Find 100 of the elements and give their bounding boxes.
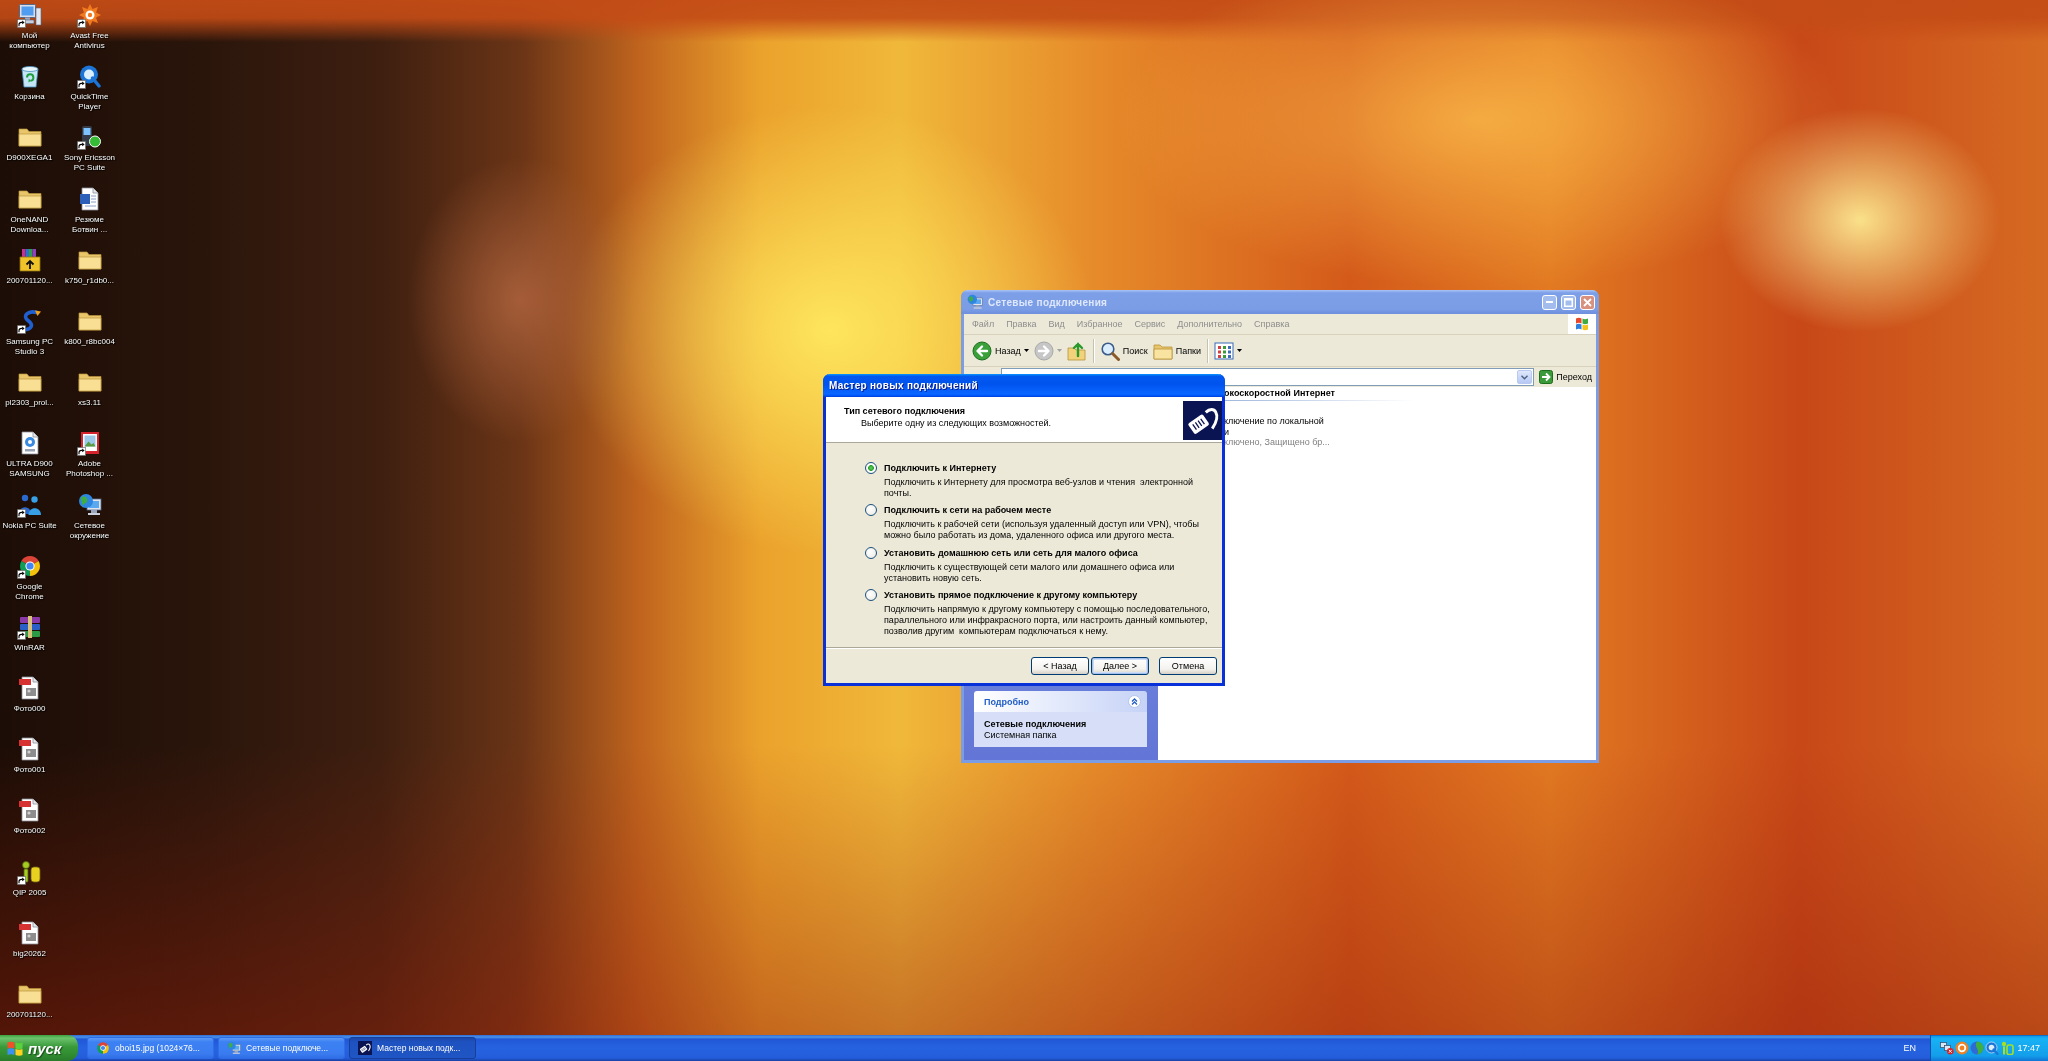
icon-label[interactable]: Резюме Ботвин ... — [71, 214, 108, 235]
icon-label[interactable]: Sony Ericsson PC Suite — [63, 153, 116, 174]
dialog-button[interactable]: Далее > — [1091, 657, 1149, 675]
radio-button[interactable] — [865, 462, 877, 474]
page-title: Тип сетевого подключения — [844, 405, 966, 417]
icon-label[interactable]: k800_r8bc004 — [64, 336, 115, 347]
option-description: Подключить к существующей сети малого или домашнего офиса или установить новую сеть. — [884, 561, 1175, 584]
image-file-icon[interactable] — [17, 798, 42, 823]
window-title: Сетевые подключения — [988, 296, 1109, 308]
ring-logo-icon[interactable] — [1955, 1041, 1969, 1055]
segmented-circle-icon[interactable] — [17, 553, 42, 578]
window-title: Мастер новых подключений — [829, 380, 979, 391]
search-button[interactable]: Поиск — [1097, 337, 1150, 364]
view-grid-icon — [1214, 340, 1235, 361]
maximize-icon — [1564, 297, 1573, 307]
group-header: окоскоростной Интернет — [1224, 388, 1335, 399]
network-status-icon[interactable] — [1940, 1041, 1954, 1055]
icon-label[interactable]: QIP 2005 — [12, 887, 47, 898]
chevron-up-icon[interactable] — [1128, 695, 1141, 708]
connection-status: ключено, Защищено бр... — [1224, 437, 1330, 448]
image-file-icon[interactable] — [17, 920, 42, 945]
close-icon — [1583, 297, 1592, 307]
icon-label[interactable]: ULTRA D900 SAMSUNG — [6, 459, 53, 480]
start-button[interactable]: пуск — [0, 1035, 78, 1061]
icon-label[interactable]: D900XEGA1 — [6, 153, 53, 164]
segmented-circle-icon — [96, 1041, 110, 1055]
icon-label[interactable]: OneNAND Downloa... — [10, 214, 49, 235]
option-label[interactable]: Установить домашнюю сеть или сеть для малого офиса — [884, 546, 1138, 559]
arrow-right-icon — [1539, 370, 1554, 384]
icon-label[interactable]: Фото002 — [13, 826, 46, 837]
connection-name[interactable]: ключение по локальной и — [1224, 416, 1324, 437]
folder-icon[interactable] — [17, 370, 42, 395]
option-description: Подключить напрямую к другому компьютеру с помощью последовательного, параллельного или инфракрасного порта, или настроить данный компьютер, позволив другим компьютерам подключаться к нему. — [884, 604, 1210, 637]
details-subtitle: Системная папка — [984, 730, 1058, 741]
icon-label[interactable]: Nokia PC Suite — [2, 520, 57, 531]
icon-label[interactable]: Корзина — [14, 92, 45, 103]
option-description: Подключить к рабочей сети (используя удаленный доступ или VPN), чтобы можно было работать из дома, удаленного офиса или другого места. — [884, 519, 1199, 541]
network-globe-icon — [967, 294, 983, 310]
folder-icon[interactable] — [77, 370, 102, 395]
caret-icon — [1056, 349, 1062, 352]
minimize-button[interactable] — [1542, 294, 1557, 310]
dialog-button[interactable]: Отмена — [1159, 657, 1217, 675]
radio-button[interactable] — [865, 589, 877, 602]
network-globe-icon — [227, 1041, 241, 1055]
icon-label[interactable]: Мой компьютер — [9, 31, 50, 51]
close-button[interactable] — [1580, 294, 1595, 310]
folders-button[interactable]: Папки — [1150, 337, 1204, 364]
icon-label[interactable]: WinRAR — [14, 642, 45, 653]
panel-title[interactable]: Подробно — [984, 696, 1030, 707]
minimize-icon — [1546, 301, 1553, 303]
icon-label[interactable]: 200701120... — [6, 275, 53, 286]
image-file-icon[interactable] — [17, 676, 42, 701]
package-icon[interactable] — [17, 247, 42, 272]
taskbar-button[interactable]: oboi15.jpg (1024×76... — [87, 1037, 214, 1059]
computer-icon[interactable] — [17, 3, 42, 27]
icon-label[interactable]: xs3.11 — [78, 398, 101, 409]
dropdown-button[interactable] — [1517, 370, 1533, 384]
icon-label[interactable]: Samsung PC Studio 3 — [5, 336, 54, 357]
back-button[interactable]: Назад — [970, 337, 1031, 364]
icon-label[interactable]: big20262 — [13, 948, 46, 959]
icon-label[interactable]: Фото000 — [13, 704, 46, 715]
image-file-icon[interactable] — [17, 737, 42, 762]
flag-logo-icon — [1568, 314, 1596, 334]
icon-label[interactable]: Google Chrome — [15, 581, 44, 602]
icon-label[interactable]: Avast Free Antivirus — [70, 31, 109, 51]
icon-label[interactable]: QuickTime Player — [70, 92, 109, 113]
panel-header[interactable]: Подробно — [974, 691, 1147, 712]
page-subtitle: Выберите одну из следующих возможностей. — [861, 417, 1052, 429]
folder-icon[interactable] — [17, 982, 42, 1006]
caret-icon — [1023, 349, 1029, 352]
search-icon — [1099, 340, 1120, 361]
icon-label[interactable]: Фото001 — [13, 765, 46, 776]
go-button[interactable]: Переход — [1537, 368, 1594, 386]
icon-label[interactable]: pl2303_prol... — [5, 398, 54, 409]
icon-label[interactable]: 200701120... — [6, 1010, 53, 1020]
option-label[interactable]: Установить прямое подключение к другому компьютеру — [884, 589, 1138, 602]
radio-button[interactable] — [865, 546, 877, 559]
option-label[interactable]: Подключить к сети на рабочем месте — [884, 504, 1052, 517]
books-icon[interactable] — [17, 614, 42, 639]
icon-label[interactable]: Сетевое окружение — [69, 520, 110, 541]
option-label[interactable]: Подключить к Интернету — [884, 462, 997, 474]
option-description: Подключить к Интернету для просмотра веб-узлов и чтения электронной почты. — [884, 477, 1193, 499]
icon-label[interactable]: Adobe Photoshop ... — [65, 459, 114, 480]
folder-up-icon — [1066, 340, 1087, 361]
folder-icon[interactable] — [17, 125, 42, 150]
clock: 17:47 — [2017, 1043, 2040, 1053]
chevron-down-icon — [1521, 374, 1529, 380]
details-title: Сетевые подключения — [984, 719, 1088, 730]
radio-button[interactable] — [865, 504, 877, 517]
network-plug-icon — [358, 1041, 372, 1055]
flag-logo-icon — [7, 1040, 23, 1056]
taskbar-button[interactable]: Мастер новых подк... — [349, 1037, 476, 1059]
document-icon[interactable] — [77, 186, 102, 211]
maximize-button[interactable] — [1561, 294, 1576, 310]
network-globe-icon[interactable] — [77, 492, 102, 517]
taskbar-button[interactable]: Сетевые подключе... — [218, 1037, 345, 1059]
icon-label[interactable]: k750_r1db0... — [65, 275, 114, 286]
dialog-button[interactable]: < Назад — [1031, 657, 1089, 675]
caret-icon — [1237, 349, 1243, 352]
language-indicator[interactable]: EN — [1903, 1043, 1916, 1053]
